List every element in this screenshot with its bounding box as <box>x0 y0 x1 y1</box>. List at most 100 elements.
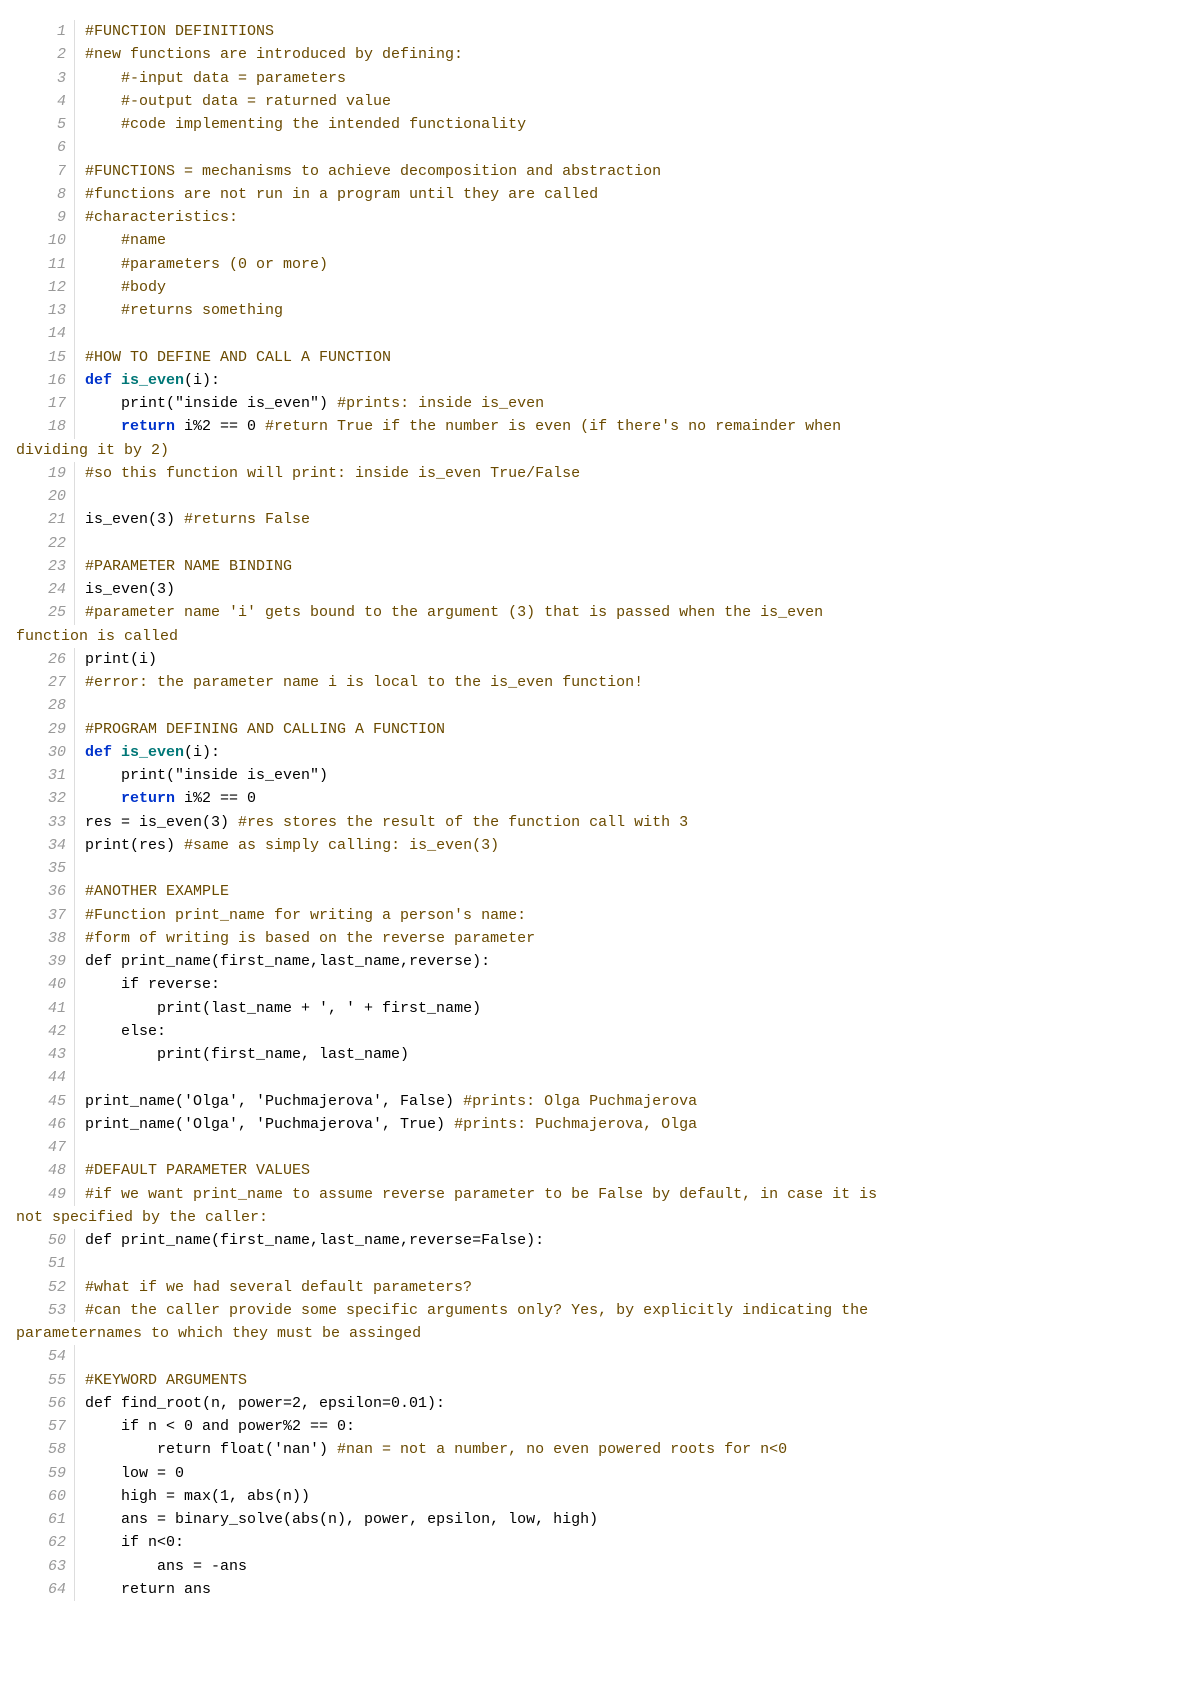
code-line-wrap: parameternames to which they must be ass… <box>16 1322 1184 1345</box>
line-number: 27 <box>16 671 75 694</box>
code-line: 55#KEYWORD ARGUMENTS <box>16 1369 1184 1392</box>
code-line: 54 <box>16 1345 1184 1368</box>
line-number: 57 <box>16 1415 75 1438</box>
code-line: 1#FUNCTION DEFINITIONS <box>16 20 1184 43</box>
line-number: 12 <box>16 276 75 299</box>
code-line: 33res = is_even(3) #res stores the resul… <box>16 811 1184 834</box>
line-number: 56 <box>16 1392 75 1415</box>
line-content: def print_name(first_name,last_name,reve… <box>85 950 1184 973</box>
line-content: is_even(3) #returns False <box>85 508 1184 531</box>
code-line: 40 if reverse: <box>16 973 1184 996</box>
line-content: #-output data = raturned value <box>85 90 1184 113</box>
code-line: 22 <box>16 532 1184 555</box>
line-number: 5 <box>16 113 75 136</box>
code-line: 30 def is_even(i): <box>16 741 1184 764</box>
line-number: 46 <box>16 1113 75 1136</box>
code-line: 45 print_name('Olga', 'Puchmajerova', Fal… <box>16 1090 1184 1113</box>
line-number: 63 <box>16 1555 75 1578</box>
line-number: 3 <box>16 67 75 90</box>
line-number: 51 <box>16 1252 75 1275</box>
line-content: #so this function will print: inside is_… <box>85 462 1184 485</box>
line-number: 7 <box>16 160 75 183</box>
code-listing: 1#FUNCTION DEFINITIONS2 #new functions ar… <box>16 20 1184 1601</box>
code-line: 48#DEFAULT PARAMETER VALUES <box>16 1159 1184 1182</box>
code-line: 4 #-output data = raturned value <box>16 90 1184 113</box>
line-content: #new functions are introduced by definin… <box>85 43 1184 66</box>
line-content: print("inside is_even") <box>85 764 1184 787</box>
code-line: 32 return i%2 == 0 <box>16 787 1184 810</box>
code-line: 8#functions are not run in a program unt… <box>16 183 1184 206</box>
line-number: 61 <box>16 1508 75 1531</box>
line-content: return float('nan') #nan = not a number,… <box>85 1438 1184 1461</box>
line-number: 32 <box>16 787 75 810</box>
line-content: #Function print_name for writing a perso… <box>85 904 1184 927</box>
code-line: 46print_name('Olga', 'Puchmajerova', Tru… <box>16 1113 1184 1136</box>
line-number: 41 <box>16 997 75 1020</box>
line-content: ans = -ans <box>85 1555 1184 1578</box>
line-number: 54 <box>16 1345 75 1368</box>
line-content: ans = binary_solve(abs(n), power, epsilo… <box>85 1508 1184 1531</box>
code-line: 62 if n<0: <box>16 1531 1184 1554</box>
line-number: 40 <box>16 973 75 996</box>
line-content: low = 0 <box>85 1462 1184 1485</box>
code-line: 10 #name <box>16 229 1184 252</box>
line-number: 55 <box>16 1369 75 1392</box>
line-content: if n < 0 and power%2 == 0: <box>85 1415 1184 1438</box>
line-content: #error: the parameter name i is local to… <box>85 671 1184 694</box>
code-line: 64 return ans <box>16 1578 1184 1601</box>
line-content: #DEFAULT PARAMETER VALUES <box>85 1159 1184 1182</box>
code-line: 42 else: <box>16 1020 1184 1043</box>
code-line: 60 high = max(1, abs(n)) <box>16 1485 1184 1508</box>
line-content: print(res) #same as simply calling: is_e… <box>85 834 1184 857</box>
code-line: 56 def find_root(n, power=2, epsilon=0.01… <box>16 1392 1184 1415</box>
line-content: return ans <box>85 1578 1184 1601</box>
line-content: if n<0: <box>85 1531 1184 1554</box>
line-number: 35 <box>16 857 75 880</box>
line-content: print("inside is_even") #prints: inside … <box>85 392 1184 415</box>
line-number: 45 <box>16 1090 75 1113</box>
line-content: #code implementing the intended function… <box>85 113 1184 136</box>
code-line: 17 print("inside is_even") #prints: insi… <box>16 392 1184 415</box>
line-content: print(last_name + ', ' + first_name) <box>85 997 1184 1020</box>
code-line: 18 return i%2 == 0 #return True if the n… <box>16 415 1184 438</box>
code-line: 37#Function print_name for writing a per… <box>16 904 1184 927</box>
line-content: def find_root(n, power=2, epsilon=0.01): <box>85 1392 1184 1415</box>
line-number: 10 <box>16 229 75 252</box>
line-number: 36 <box>16 880 75 903</box>
line-content: #functions are not run in a program unti… <box>85 183 1184 206</box>
code-line: 11 #parameters (0 or more) <box>16 253 1184 276</box>
line-content: #-input data = parameters <box>85 67 1184 90</box>
line-content: res = is_even(3) #res stores the result … <box>85 811 1184 834</box>
line-content: #can the caller provide some specific ar… <box>85 1299 1184 1322</box>
line-number: 29 <box>16 718 75 741</box>
line-number: 26 <box>16 648 75 671</box>
code-line: 63 ans = -ans <box>16 1555 1184 1578</box>
line-content: print_name('Olga', 'Puchmajerova', False… <box>85 1090 1184 1113</box>
line-content: def is_even(i): <box>85 741 1184 764</box>
code-line: 35 <box>16 857 1184 880</box>
line-content: print(i) <box>85 648 1184 671</box>
line-number: 39 <box>16 950 75 973</box>
line-content: #returns something <box>85 299 1184 322</box>
line-content: def is_even(i): <box>85 369 1184 392</box>
code-line: 49#if we want print_name to assume rever… <box>16 1183 1184 1206</box>
line-content: #body <box>85 276 1184 299</box>
line-number: 20 <box>16 485 75 508</box>
code-line: 34 print(res) #same as simply calling: is… <box>16 834 1184 857</box>
code-line: 7#FUNCTIONS = mechanisms to achieve deco… <box>16 160 1184 183</box>
code-line-wrap: function is called <box>16 625 1184 648</box>
line-content: print(first_name, last_name) <box>85 1043 1184 1066</box>
line-content: #if we want print_name to assume reverse… <box>85 1183 1184 1206</box>
line-number: 23 <box>16 555 75 578</box>
code-line: 13 #returns something <box>16 299 1184 322</box>
line-number: 30 <box>16 741 75 764</box>
line-content: #parameters (0 or more) <box>85 253 1184 276</box>
line-number: 38 <box>16 927 75 950</box>
line-content: if reverse: <box>85 973 1184 996</box>
line-number: 2 <box>16 43 75 66</box>
line-content: is_even(3) <box>85 578 1184 601</box>
code-line: 59 low = 0 <box>16 1462 1184 1485</box>
line-number: 34 <box>16 834 75 857</box>
line-content: #parameter name 'i' gets bound to the ar… <box>85 601 1184 624</box>
code-line: 16def is_even(i): <box>16 369 1184 392</box>
